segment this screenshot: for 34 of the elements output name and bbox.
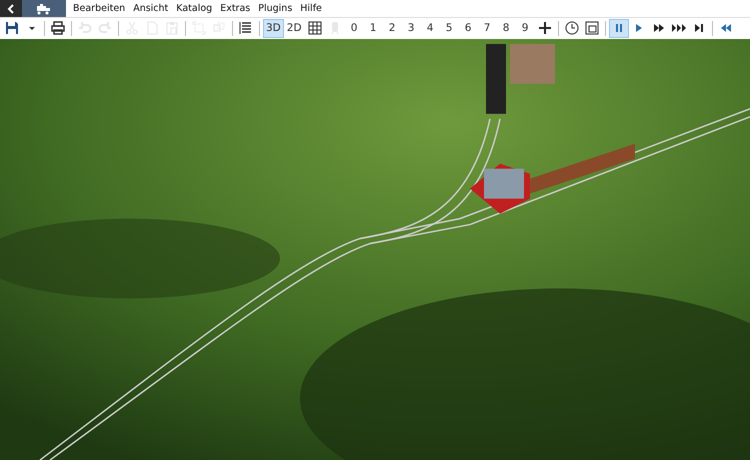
clock-icon — [564, 21, 579, 36]
menu-item[interactable]: Plugins — [254, 3, 296, 14]
toolbar-button[interactable]: 5 — [440, 18, 459, 38]
redo-icon — [98, 21, 112, 36]
toolbar-button[interactable]: 8 — [496, 18, 516, 38]
back-button[interactable] — [0, 0, 22, 17]
paste-icon — [165, 21, 179, 36]
app-tab[interactable] — [22, 0, 66, 17]
toolbar-button[interactable]: 1 — [364, 18, 383, 38]
menu-item[interactable]: Extras — [216, 3, 254, 14]
toolbar-button[interactable]: 2D — [284, 18, 305, 38]
menu-item[interactable]: Katalog — [172, 3, 216, 14]
menu-item[interactable]: Bearbeiten — [69, 3, 130, 14]
print-icon — [51, 21, 65, 36]
copy-icon — [145, 21, 159, 36]
toolbar-button[interactable]: 4 — [420, 18, 440, 38]
grid-icon — [308, 21, 322, 36]
plus-icon — [538, 21, 552, 36]
toolbar-button[interactable]: 3D — [263, 18, 284, 38]
list-icon — [239, 21, 253, 36]
undo-icon — [78, 21, 92, 36]
group-icon — [192, 21, 206, 36]
toolbar-button[interactable]: 6 — [458, 18, 478, 38]
toolbar-button[interactable]: 7 — [478, 18, 497, 38]
toolbar-button[interactable]: 3 — [402, 18, 421, 38]
menu-item[interactable]: Hilfe — [296, 3, 326, 14]
toolbar-button[interactable]: 0 — [344, 18, 364, 38]
toolbar-button[interactable]: 2 — [382, 18, 402, 38]
cut-icon — [125, 21, 139, 36]
train-icon — [35, 2, 53, 14]
back-icon — [7, 4, 15, 14]
toolbar-button[interactable]: 9 — [516, 18, 535, 38]
pause-button[interactable] — [608, 18, 629, 38]
menu-item[interactable]: Ansicht — [129, 3, 172, 14]
